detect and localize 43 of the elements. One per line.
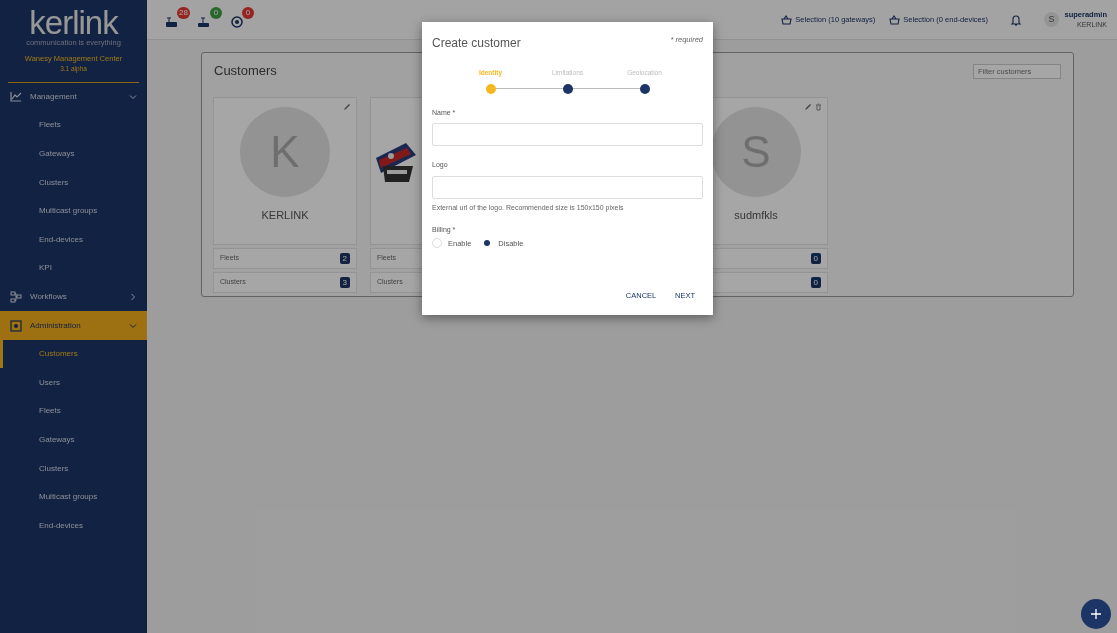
submenu-item[interactable]: KPI [0,254,147,283]
alert-count: 0 [242,6,254,19]
chevron-right-icon [129,292,137,301]
count-badge: 3 [339,277,350,288]
count-badge: 0 [810,277,821,288]
input-field[interactable] [432,123,703,147]
chevron-down-icon [129,321,137,330]
pencil-icon [804,103,812,111]
menu-item[interactable]: Administration [0,311,147,340]
count-badge: 0 [810,253,821,264]
dialog-title: Create customer [432,35,521,52]
flowchart-icon [10,290,22,303]
customer-name: sudmfkls [734,208,778,223]
trash-icon [815,103,822,111]
submenu-item[interactable]: End-devices [0,225,147,255]
basket-icon [889,14,901,25]
submenu-item[interactable]: Fleets [0,397,147,426]
submenu-item[interactable]: Multicast groups [0,482,147,512]
submenu-item[interactable]: Users [0,368,147,398]
gear-box-icon [10,319,22,332]
user-avatar: S [1044,12,1059,27]
pencil-icon [343,103,351,111]
submenu-item[interactable]: Gateways [0,139,147,169]
submenu-item[interactable]: Clusters [0,454,147,483]
menu-item[interactable]: Workflows [0,282,147,312]
basket-icon [781,14,793,25]
count-badge: 2 [339,253,350,264]
menu-item[interactable]: Management [0,82,147,112]
plus-icon [1090,608,1102,620]
bell-icon [1010,13,1022,26]
alert-count: 0 [210,6,222,19]
input-field[interactable] [432,175,703,199]
submenu-item[interactable]: End-devices [0,511,147,540]
submenu-item[interactable]: Clusters [0,168,147,197]
submenu-item[interactable]: Gateways [0,425,147,455]
submenu-item[interactable]: Fleets [0,111,147,140]
brand-logo: kerlink [29,6,119,39]
customer-name: KERLINK [261,208,309,223]
chart-icon [10,90,22,103]
alert-count: 28 [177,6,190,19]
chevron-down-icon [129,92,137,101]
submenu-item[interactable]: Multicast groups [0,196,147,226]
panel-title: Customers [214,62,277,81]
